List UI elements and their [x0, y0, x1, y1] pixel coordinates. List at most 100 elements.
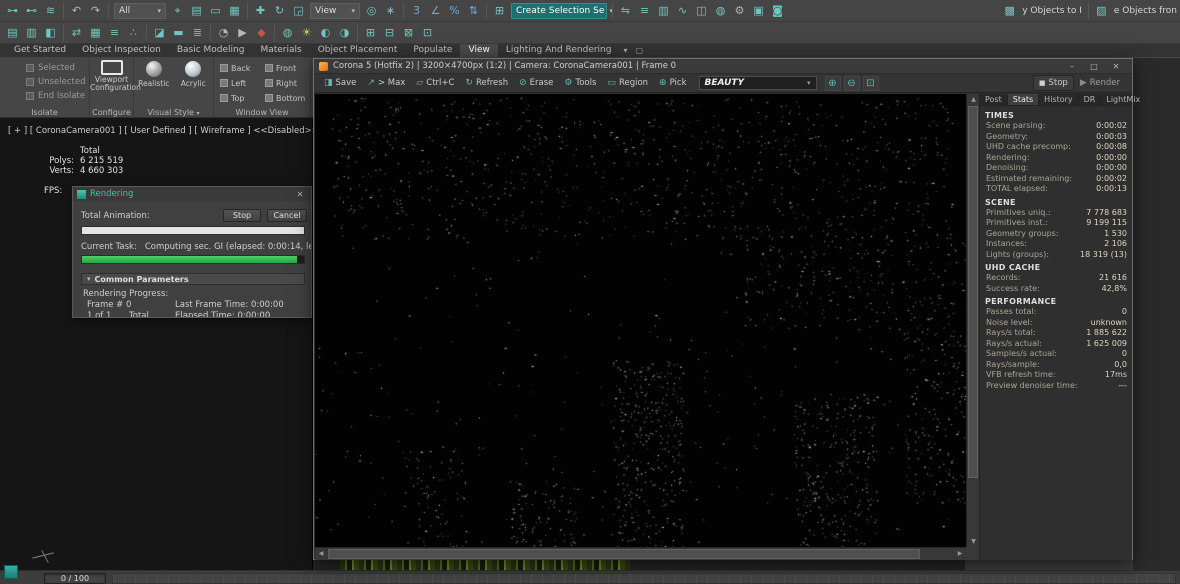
redo-icon[interactable]: ↷ [87, 2, 104, 19]
render-production-icon[interactable]: ◙ [769, 2, 786, 19]
select-and-manipulate-icon[interactable]: ∗ [382, 2, 399, 19]
view-button-back[interactable]: Back [218, 61, 261, 75]
configure-panel-footer[interactable]: Configure [90, 108, 133, 117]
material-editor-icon[interactable]: ◍ [712, 2, 729, 19]
ribbon-window-icon[interactable]: ▢ [632, 44, 648, 57]
view-button-bottom[interactable]: Bottom [263, 91, 306, 105]
render-view[interactable] [315, 94, 966, 547]
rectangular-selection-region-icon[interactable]: ▭ [207, 2, 224, 19]
view-button-front[interactable]: Front [263, 61, 306, 75]
end-isolate-button[interactable]: End Isolate [26, 89, 89, 102]
copy-to-clipboard-button[interactable]: ▱ Ctrl+C [411, 75, 459, 91]
statistics-toggle-icon[interactable]: ⊠ [400, 24, 417, 41]
ribbon-collapse-icon[interactable]: ▾ [619, 44, 631, 57]
viewport-background-icon[interactable]: ⊡ [419, 24, 436, 41]
mirror-icon[interactable]: ⇋ [617, 2, 634, 19]
trackbar-toggle-icon[interactable] [4, 565, 18, 579]
ribbon-tab-basic-modeling[interactable]: Basic Modeling [169, 44, 253, 57]
scroll-left-icon[interactable]: ◀ [315, 548, 327, 560]
view-button-left[interactable]: Left [218, 76, 261, 90]
reference-coordinate-system-dropdown[interactable]: View ▾ [310, 2, 360, 19]
copy-objects-button[interactable]: y Objects to I [1022, 6, 1082, 16]
select-and-rotate-icon[interactable]: ↻ [271, 2, 288, 19]
rendering-dialog-titlebar[interactable]: Rendering ✕ [73, 187, 311, 201]
ribbon-tab-lighting-and-rendering[interactable]: Lighting And Rendering [498, 44, 620, 57]
pick-button[interactable]: ⊕ Pick [654, 75, 691, 91]
isolate-panel-footer[interactable]: Isolate [0, 108, 89, 117]
light-lister-icon[interactable]: ☀ [298, 24, 315, 41]
common-parameters-rollout[interactable]: ▾ Common Parameters [81, 273, 305, 285]
select-and-move-icon[interactable]: ✚ [252, 2, 269, 19]
select-and-scale-icon[interactable]: ◲ [290, 2, 307, 19]
scene-explorer-toggle-icon[interactable]: ▤ [4, 24, 21, 41]
align-tool-icon[interactable]: ≡ [106, 24, 123, 41]
region-button[interactable]: ▭ Region [602, 75, 653, 91]
rendered-frame-window-icon[interactable]: ▣ [750, 2, 767, 19]
realistic-style-button[interactable]: Realistic [136, 59, 172, 88]
unlink-selection-icon[interactable]: ⊷ [23, 2, 40, 19]
grid-toggle-icon[interactable]: ⊞ [362, 24, 379, 41]
horizontal-scrollbar[interactable]: ◀ ▶ [315, 547, 966, 560]
time-configuration-icon[interactable]: ◔ [215, 24, 232, 41]
vfb-titlebar[interactable]: Corona 5 (Hotfix 2) | 3200×4700px (1:2) … [314, 59, 1132, 74]
scene-script-icon[interactable]: ≣ [189, 24, 206, 41]
vertical-scrollbar[interactable]: ▲ ▼ [966, 94, 979, 547]
layer-explorer-toggle-icon[interactable]: ▥ [23, 24, 40, 41]
align-icon[interactable]: ≡ [636, 2, 653, 19]
graphite-ribbon-icon[interactable]: ▬ [170, 24, 187, 41]
schematic-view-icon[interactable]: ◫ [693, 2, 710, 19]
horizontal-scroll-thumb[interactable] [328, 549, 920, 559]
viewport-label[interactable]: [ + ] [ CoronaCamera001 ] [ User Defined… [8, 126, 319, 136]
create-selection-set-dropdown[interactable]: Create Selection Se▾ [511, 2, 613, 19]
snaps-toggle-icon[interactable]: 3 [408, 2, 425, 19]
toggle-scene-explorer-icon[interactable]: ▥ [655, 2, 672, 19]
close-icon[interactable]: ✕ [293, 190, 307, 199]
frame-indicator[interactable]: 0 / 100 [44, 573, 106, 584]
minimize-button[interactable]: – [1061, 59, 1083, 74]
render-setup-icon[interactable]: ⚙ [731, 2, 748, 19]
curve-editor-icon[interactable]: ∿ [674, 2, 691, 19]
environment-settings-icon[interactable]: ◐ [317, 24, 334, 41]
ribbon-tab-populate[interactable]: Populate [405, 44, 460, 57]
stop-button[interactable]: Stop [223, 209, 261, 222]
window-crossing-toggle-icon[interactable]: ▦ [226, 2, 243, 19]
view-button-right[interactable]: Right [263, 76, 306, 90]
spacing-tool-icon[interactable]: ∴ [125, 24, 142, 41]
render-canvas[interactable] [315, 94, 966, 547]
exposure-control-icon[interactable]: ◑ [336, 24, 353, 41]
channel-selector-dropdown[interactable]: BEAUTY ▾ [698, 76, 817, 90]
zoom-fit-button[interactable]: ⊡ [862, 75, 879, 91]
ribbon-tab-view[interactable]: View [460, 44, 498, 57]
erase-button[interactable]: ⊘ Erase [514, 75, 558, 91]
spinner-snap-toggle-icon[interactable]: ⇅ [465, 2, 482, 19]
select-and-link-icon[interactable]: ⊶ [4, 2, 21, 19]
tools-button[interactable]: ⚙ Tools [559, 75, 601, 91]
custom-script-icon-2[interactable]: ▨ [1093, 2, 1110, 19]
mirror-tool-icon[interactable]: ⇄ [68, 24, 85, 41]
zoom-in-button[interactable]: ⊕ [824, 75, 841, 91]
select-object-icon[interactable]: ⌖ [169, 2, 186, 19]
bind-to-space-warp-icon[interactable]: ≋ [42, 2, 59, 19]
vertical-scroll-thumb[interactable] [968, 106, 978, 478]
viewport-configuration-button[interactable]: Viewport Configuration [90, 60, 141, 92]
play-animation-icon[interactable]: ▶ [234, 24, 251, 41]
selection-filter-dropdown[interactable]: All ▾ [114, 2, 166, 19]
scroll-right-icon[interactable]: ▶ [954, 548, 966, 560]
ribbon-tab-materials[interactable]: Materials [252, 44, 309, 57]
paste-objects-button[interactable]: e Objects fron [1114, 6, 1177, 16]
stop-render-button[interactable]: ■ Stop [1032, 75, 1074, 91]
isolate-selected-button[interactable]: Selected [26, 61, 89, 74]
angle-snap-toggle-icon[interactable]: ∠ [427, 2, 444, 19]
viewport-layout-tabs-icon[interactable]: ◧ [42, 24, 59, 41]
start-render-button[interactable]: ▶ Render [1075, 75, 1125, 91]
array-tool-icon[interactable]: ▦ [87, 24, 104, 41]
zoom-out-button[interactable]: ⊖ [843, 75, 860, 91]
manage-layers-icon[interactable]: ◪ [151, 24, 168, 41]
maximize-button[interactable]: □ [1083, 59, 1105, 74]
vfb-tab-history[interactable]: History [1039, 94, 1079, 105]
ribbon-tab-object-placement[interactable]: Object Placement [310, 44, 406, 57]
percent-snap-toggle-icon[interactable]: % [446, 2, 463, 19]
isolate-unselected-button[interactable]: Unselected [26, 75, 89, 88]
material-override-icon[interactable]: ◍ [279, 24, 296, 41]
vfb-tab-dr[interactable]: DR [1079, 94, 1102, 105]
